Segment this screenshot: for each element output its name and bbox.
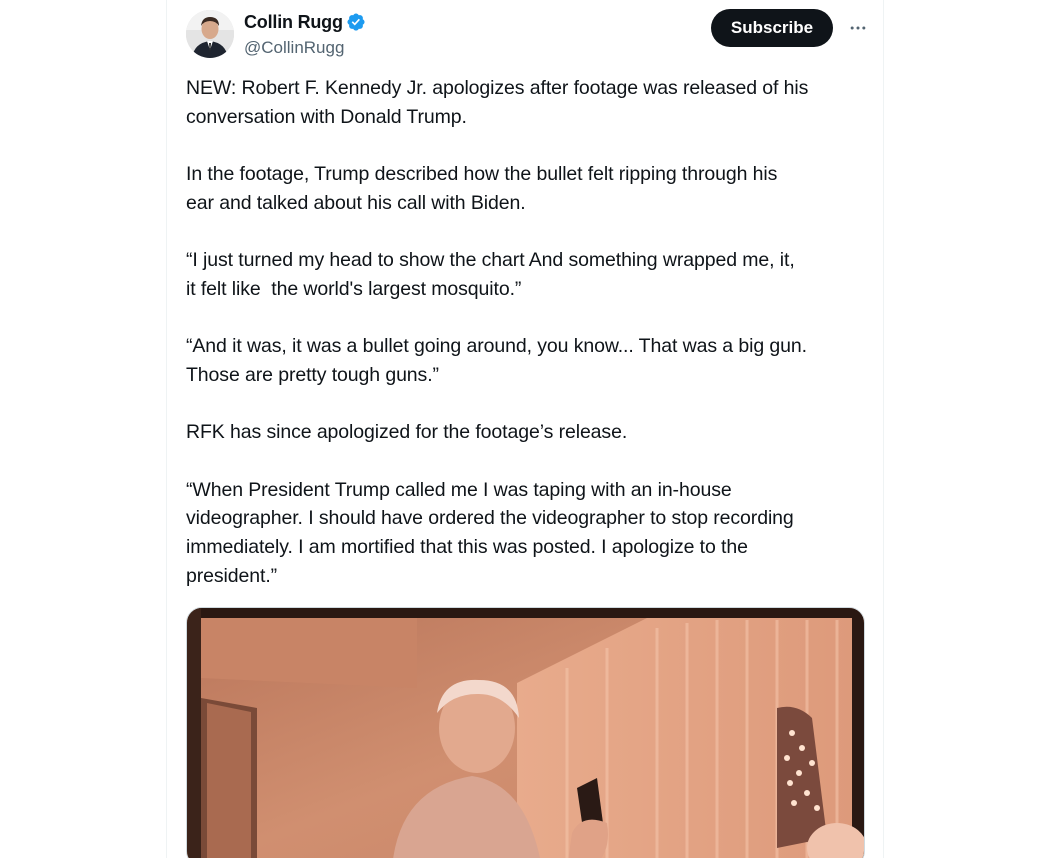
tweet-paragraph: “And it was, it was a bullet going aroun… xyxy=(186,335,807,386)
tweet-paragraph: NEW: Robert F. Kennedy Jr. apologizes af… xyxy=(186,77,809,128)
tweet-paragraph: “I just turned my head to show the chart… xyxy=(186,249,795,300)
tweet-paragraph: In the footage, Trump described how the … xyxy=(186,163,778,214)
tweet-header: Collin Rugg @CollinRugg Subscribe xyxy=(186,9,866,59)
page: Collin Rugg @CollinRugg Subscribe NEW: R… xyxy=(0,0,1050,858)
handle[interactable]: @CollinRugg xyxy=(244,38,366,58)
more-options-icon[interactable] xyxy=(841,11,875,45)
tweet-text: NEW: Robert F. Kennedy Jr. apologizes af… xyxy=(186,74,866,619)
avatar[interactable] xyxy=(186,10,234,58)
tweet-paragraph: “When President Trump called me I was ta… xyxy=(186,478,794,587)
video-frame-image xyxy=(187,608,864,858)
author-block: Collin Rugg @CollinRugg xyxy=(244,11,366,58)
tweet-card: Collin Rugg @CollinRugg Subscribe NEW: R… xyxy=(166,0,884,858)
video-thumbnail[interactable] xyxy=(186,607,865,858)
subscribe-button[interactable]: Subscribe xyxy=(711,9,833,47)
display-name[interactable]: Collin Rugg xyxy=(244,12,343,33)
name-row: Collin Rugg xyxy=(244,11,366,33)
verified-badge-icon[interactable] xyxy=(346,12,366,32)
tweet-paragraph: RFK has since apologized for the footage… xyxy=(186,421,628,444)
